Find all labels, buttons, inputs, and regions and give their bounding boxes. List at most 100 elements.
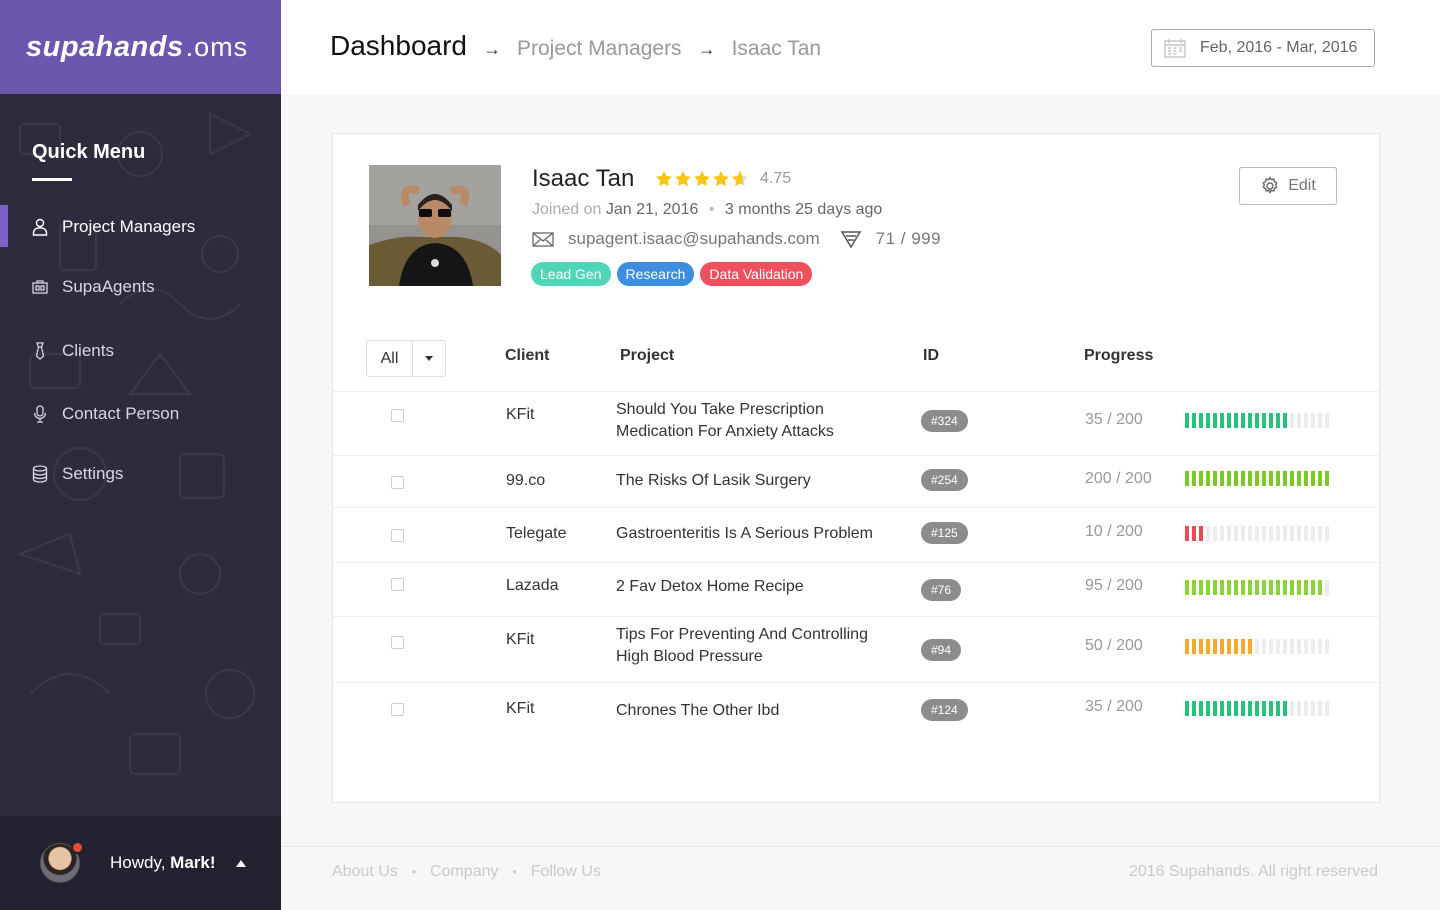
footer-link-company[interactable]: Company (430, 863, 498, 881)
chevron-down-icon[interactable] (413, 341, 445, 376)
page-title[interactable]: Dashboard (330, 30, 467, 62)
progress-segment-filled (1227, 701, 1231, 716)
breadcrumb-project-managers[interactable]: Project Managers (517, 37, 682, 61)
table-row[interactable]: Lazada 2 Fav Detox Home Recipe #76 95 / … (333, 562, 1381, 616)
progress-segment-filled (1248, 639, 1252, 654)
filter-select[interactable]: All (366, 340, 446, 377)
progress-segment-filled (1269, 580, 1273, 595)
progress-segment-filled (1262, 413, 1266, 428)
row-id-badge: #76 (921, 579, 962, 601)
progress-segment-filled (1276, 471, 1280, 486)
progress-segment-filled (1206, 413, 1210, 428)
star-icon (713, 170, 729, 187)
progress-segment-filled (1220, 701, 1224, 716)
user-avatar-wrap[interactable] (40, 841, 84, 883)
column-header-project[interactable]: Project (620, 347, 674, 365)
row-checkbox[interactable] (391, 636, 404, 649)
progress-segment-filled (1248, 580, 1252, 595)
date-range-picker[interactable]: Feb, 2016 - Mar, 2016 (1151, 29, 1375, 67)
greeting-text: Howdy, (110, 853, 166, 872)
progress-segment-empty (1283, 526, 1287, 541)
progress-segment-empty (1318, 526, 1322, 541)
progress-segment-empty (1269, 639, 1273, 654)
progress-segment-empty (1290, 701, 1294, 716)
progress-segment-filled (1220, 580, 1224, 595)
progress-segment-empty (1325, 639, 1329, 654)
row-id-badge: #324 (921, 410, 968, 432)
progress-segment-empty (1325, 580, 1329, 595)
profile-email[interactable]: supagent.isaac@supahands.com (568, 229, 820, 249)
sidebar-item-clients[interactable]: Clients (0, 329, 281, 373)
tag-research[interactable]: Research (616, 262, 695, 286)
progress-segment-filled (1325, 471, 1329, 486)
progress-segment-filled (1213, 701, 1217, 716)
progress-bar (1185, 701, 1332, 716)
sidebar-item-settings[interactable]: Settings (0, 452, 281, 496)
profile-photo (369, 165, 501, 286)
joined-ago: 3 months 25 days ago (724, 201, 883, 218)
sidebar-item-supaagents[interactable]: SupaAgents (0, 265, 281, 309)
footer: About Us • Company • Follow Us 2016 Supa… (281, 846, 1440, 910)
column-header-id[interactable]: ID (923, 347, 939, 365)
user-bar: Howdy, Mark! (0, 816, 281, 910)
progress-bar (1185, 413, 1332, 428)
notification-dot (71, 841, 84, 854)
row-checkbox[interactable] (391, 703, 404, 716)
profile-card: Isaac Tan 4.75 Joined on Jan 21, 2016 • … (332, 133, 1381, 803)
progress-segment-empty (1311, 701, 1315, 716)
footer-link-about[interactable]: About Us (332, 863, 398, 881)
breadcrumb-isaac-tan[interactable]: Isaac Tan (732, 37, 822, 61)
row-checkbox[interactable] (391, 476, 404, 489)
star-icon (694, 170, 710, 187)
progress-segment-filled (1234, 471, 1238, 486)
progress-segment-filled (1297, 580, 1301, 595)
sidebar-item-contact-person[interactable]: Contact Person (0, 392, 281, 436)
edit-button[interactable]: Edit (1239, 167, 1337, 205)
chevron-up-icon[interactable] (235, 859, 246, 867)
table-row[interactable]: KFit Should You Take Prescription Medica… (333, 391, 1381, 455)
progress-segment-empty (1325, 701, 1329, 716)
filter-value: All (367, 341, 413, 376)
row-checkbox[interactable] (391, 578, 404, 591)
star-half-icon (732, 170, 748, 187)
brand-logo[interactable]: supahands .oms (0, 0, 281, 94)
footer-separator: • (411, 865, 417, 879)
progress-segment-filled (1255, 413, 1259, 428)
tag-data-validation[interactable]: Data Validation (700, 262, 813, 286)
footer-link-follow[interactable]: Follow Us (531, 863, 601, 881)
progress-segment-filled (1248, 701, 1252, 716)
row-client: Telegate (506, 525, 567, 542)
row-id-badge: #94 (921, 639, 962, 661)
tag-lead-gen[interactable]: Lead Gen (531, 262, 611, 286)
user-icon (32, 218, 48, 236)
progress-segment-empty (1255, 639, 1259, 654)
progress-segment-empty (1318, 639, 1322, 654)
column-header-client[interactable]: Client (505, 347, 549, 365)
progress-segment-filled (1255, 701, 1259, 716)
progress-segment-filled (1283, 471, 1287, 486)
sidebar-item-label: Contact Person (62, 404, 180, 423)
table-row[interactable]: KFit Chrones The Other Ibd #124 35 / 200 (333, 682, 1381, 742)
progress-segment-filled (1206, 639, 1210, 654)
progress-segment-empty (1262, 526, 1266, 541)
progress-segment-empty (1297, 413, 1301, 428)
progress-segment-empty (1248, 526, 1252, 541)
row-checkbox[interactable] (391, 529, 404, 542)
progress-segment-filled (1248, 471, 1252, 486)
sidebar-item-project-managers[interactable]: Project Managers (0, 205, 281, 249)
progress-segment-filled (1199, 639, 1203, 654)
progress-segment-filled (1283, 580, 1287, 595)
agents-icon (32, 278, 48, 296)
column-header-progress[interactable]: Progress (1084, 347, 1153, 365)
table-row[interactable]: KFit Tips For Preventing And Controlling… (333, 616, 1381, 682)
table-row[interactable]: 99.co The Risks Of Lasik Surgery #254 20… (333, 455, 1381, 507)
gear-icon (1262, 176, 1278, 194)
progress-segment-filled (1213, 471, 1217, 486)
progress-segment-filled (1262, 580, 1266, 595)
progress-segment-filled (1311, 580, 1315, 595)
edit-label: Edit (1288, 177, 1316, 194)
progress-segment-filled (1213, 639, 1217, 654)
joined-info: Joined on Jan 21, 2016 • 3 months 25 day… (532, 201, 882, 219)
row-checkbox[interactable] (391, 409, 404, 422)
table-row[interactable]: Telegate Gastroenteritis Is A Serious Pr… (333, 507, 1381, 562)
